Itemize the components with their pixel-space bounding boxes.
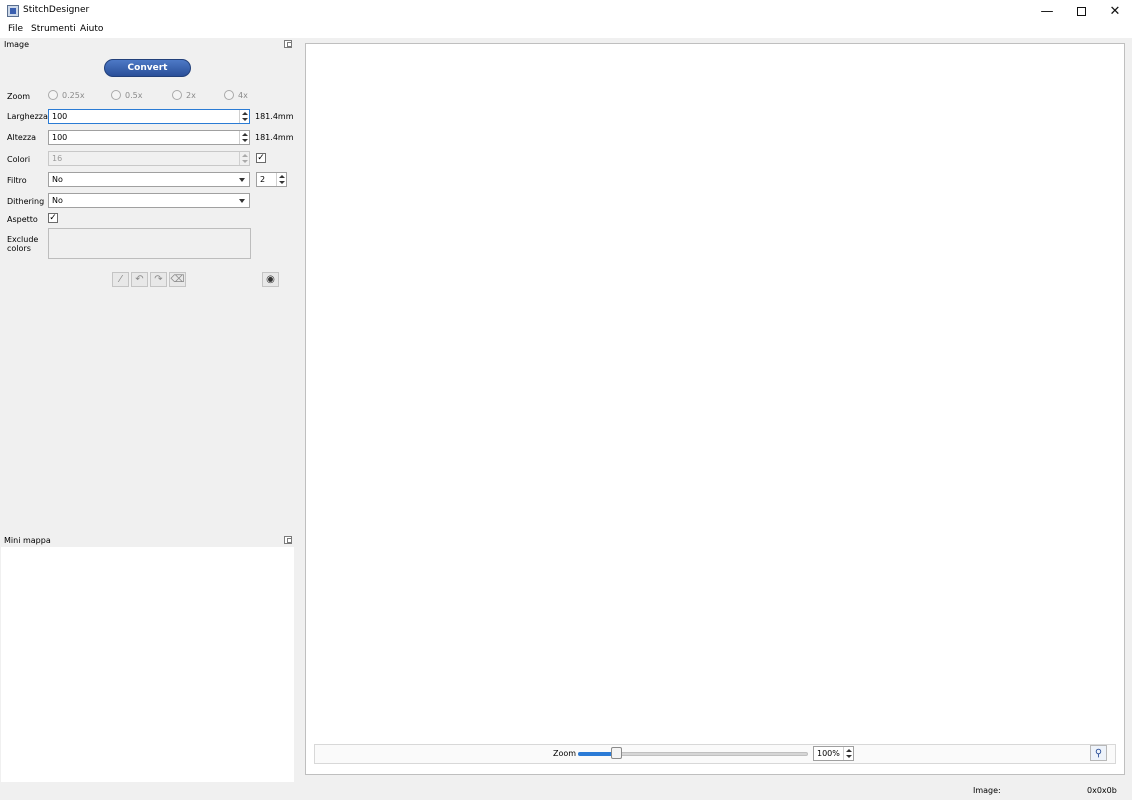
zoom-percent-spinbox[interactable]: 100%	[813, 746, 854, 761]
chevron-down-icon	[239, 178, 245, 182]
menu-aiuto[interactable]: Aiuto	[80, 24, 103, 34]
altezza-spinbox[interactable]: 100	[48, 130, 250, 145]
redo-button[interactable]: ↷	[150, 272, 167, 287]
title-bar	[0, 0, 1132, 23]
float-panel-icon[interactable]	[284, 536, 292, 544]
aspetto-label: Aspetto	[7, 215, 38, 224]
larghezza-mm: 181.4mm	[255, 112, 294, 121]
arrow-down-icon	[242, 118, 248, 121]
colori-spinbox[interactable]: 16	[48, 151, 250, 166]
arrow-up-icon	[242, 154, 248, 157]
aspetto-checkbox[interactable]: ✓	[48, 213, 58, 223]
status-image-info: 0x0x0b	[1087, 786, 1117, 795]
exclude-colors-list[interactable]	[48, 228, 251, 259]
menu-strumenti[interactable]: Strumenti	[31, 24, 76, 34]
exclude-label-line1: Exclude	[7, 235, 39, 244]
zoom-radio-label: 0.25x	[62, 91, 85, 100]
larghezza-spinbox[interactable]: 100	[48, 109, 250, 124]
eyedropper-button[interactable]: ⁄	[112, 272, 129, 287]
arrow-down-icon	[846, 755, 852, 758]
spin-arrows[interactable]	[239, 131, 249, 144]
filtro-strength-value: 2	[260, 175, 266, 184]
zoom-radio-label: 0.5x	[125, 91, 143, 100]
colori-label: Colori	[7, 155, 31, 164]
clear-icon: ⌫	[170, 274, 185, 285]
zoom-fit-button[interactable]: ⚲	[1090, 745, 1107, 761]
larghezza-value: 100	[52, 112, 68, 121]
float-panel-icon[interactable]	[284, 40, 292, 48]
arrow-up-icon	[279, 175, 285, 178]
larghezza-label: Larghezza	[7, 112, 48, 121]
dithering-value: No	[52, 196, 63, 205]
zoom-radio-05[interactable]	[111, 90, 121, 100]
spin-arrows[interactable]	[239, 152, 249, 165]
close-button[interactable]: ✕	[1098, 0, 1132, 23]
arrow-down-icon	[279, 181, 285, 184]
altezza-value: 100	[52, 133, 68, 142]
menu-bar	[0, 23, 1132, 38]
arrow-up-icon	[242, 133, 248, 136]
eye-icon: ◉	[266, 274, 275, 285]
undo-button[interactable]: ↶	[131, 272, 148, 287]
filtro-value: No	[52, 175, 63, 184]
arrow-up-icon	[846, 749, 852, 752]
dithering-select[interactable]: No	[48, 193, 250, 208]
altezza-mm: 181.4mm	[255, 133, 294, 142]
maximize-button[interactable]	[1064, 0, 1098, 23]
eyedropper-icon: ⁄	[119, 274, 122, 285]
zoom-radio-025[interactable]	[48, 90, 58, 100]
undo-icon: ↶	[135, 274, 144, 285]
arrow-down-icon	[242, 160, 248, 163]
zoom-label: Zoom	[7, 92, 31, 101]
window-title: StitchDesigner	[23, 5, 90, 15]
convert-button[interactable]: Convert	[104, 59, 191, 77]
status-bar	[0, 782, 1132, 800]
arrow-up-icon	[242, 112, 248, 115]
zoom-radio-label: 4x	[238, 91, 248, 100]
maximize-icon	[1076, 7, 1086, 16]
image-canvas[interactable]	[305, 43, 1125, 775]
altezza-label: Altezza	[7, 133, 37, 142]
colori-checkbox[interactable]: ✓	[256, 153, 266, 163]
zoom-radio-4x[interactable]	[224, 90, 234, 100]
viewer-zoom-label: Zoom	[553, 749, 577, 758]
arrow-down-icon	[242, 139, 248, 142]
zoom-radio-label: 2x	[186, 91, 196, 100]
spin-arrows[interactable]	[276, 173, 286, 186]
zoom-slider-handle[interactable]	[611, 747, 623, 759]
spin-arrows[interactable]	[239, 110, 249, 123]
exclude-label-line2: colors	[7, 244, 31, 253]
preview-button[interactable]: ◉	[262, 272, 279, 287]
menu-file[interactable]: File	[8, 24, 23, 34]
status-image-label: Image:	[973, 786, 1001, 795]
image-panel-title: Image	[4, 40, 30, 49]
filtro-select[interactable]: No	[48, 172, 250, 187]
zoom-radio-2x[interactable]	[172, 90, 182, 100]
filtro-strength-spinbox[interactable]: 2	[256, 172, 287, 187]
redo-icon: ↷	[154, 274, 163, 285]
spin-arrows[interactable]	[843, 747, 853, 760]
filtro-label: Filtro	[7, 176, 27, 185]
chevron-down-icon	[239, 199, 245, 203]
magnifier-icon: ⚲	[1094, 747, 1103, 759]
app-icon	[7, 5, 19, 17]
clear-button[interactable]: ⌫	[169, 272, 186, 287]
minimize-button[interactable]: —	[1030, 0, 1064, 23]
mini-map-view[interactable]	[1, 547, 294, 783]
colori-value: 16	[52, 154, 63, 163]
zoom-percent-value: 100%	[817, 749, 840, 758]
mini-map-title: Mini mappa	[4, 536, 51, 545]
dithering-label: Dithering	[7, 197, 45, 206]
